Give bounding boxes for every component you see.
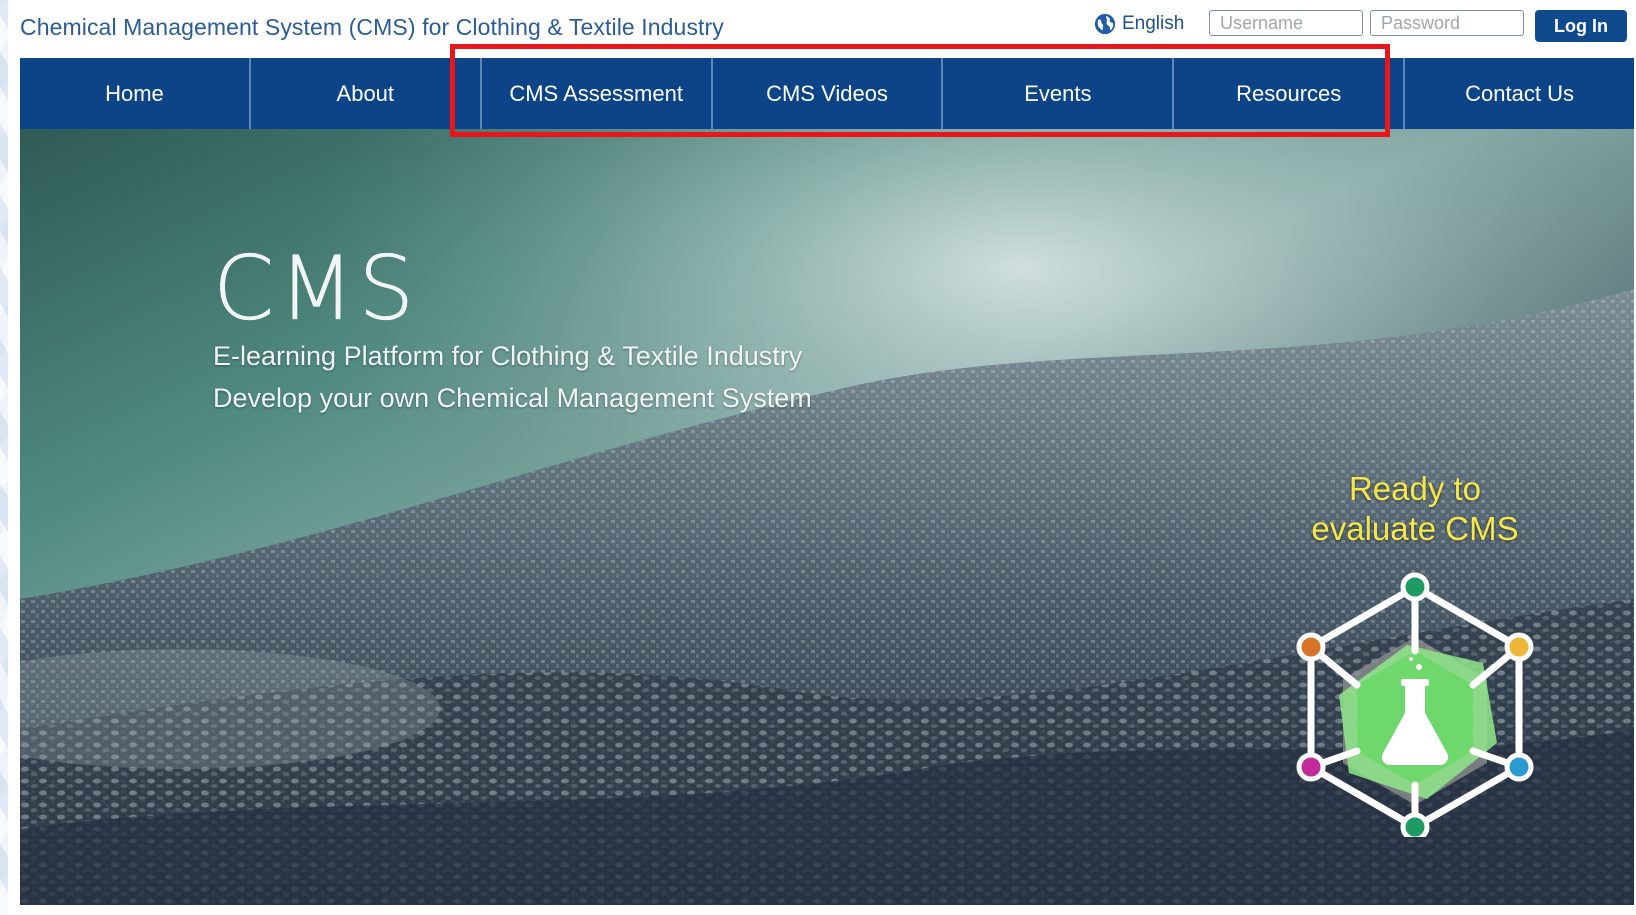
hero-title: CMS xyxy=(213,237,418,340)
nav-events[interactable]: Events xyxy=(943,58,1175,129)
evaluate-cms-button[interactable]: Ready to evaluate CMS xyxy=(1265,469,1565,839)
nav-home[interactable]: Home xyxy=(20,58,251,129)
nav-contact-us[interactable]: Contact Us xyxy=(1405,58,1634,129)
language-selector[interactable]: English xyxy=(1094,11,1184,37)
nav-resources[interactable]: Resources xyxy=(1174,58,1406,129)
flask-hexagon-icon xyxy=(1296,572,1534,837)
cta-line1: Ready to xyxy=(1348,470,1482,507)
hero-banner: CMS E-learning Platform for Clothing & T… xyxy=(20,129,1634,905)
username-input[interactable] xyxy=(1209,10,1363,36)
nav-cms-videos[interactable]: CMS Videos xyxy=(713,58,944,129)
cta-line2: evaluate CMS xyxy=(1311,510,1519,547)
nav-cms-assessment[interactable]: CMS Assessment xyxy=(482,58,713,129)
nav-about[interactable]: About xyxy=(251,58,482,129)
globe-icon xyxy=(1094,13,1116,35)
hero-subtitle-line2: Develop your own Chemical Management Sys… xyxy=(213,383,812,413)
hero-subtitle-line1: E-learning Platform for Clothing & Texti… xyxy=(213,341,803,371)
language-label: English xyxy=(1122,13,1185,34)
password-input[interactable] xyxy=(1370,10,1524,36)
login-button[interactable]: Log In xyxy=(1535,10,1627,42)
site-title: Chemical Management System (CMS) for Clo… xyxy=(20,14,724,40)
hero-title-text: CMS xyxy=(213,237,419,340)
main-nav: Home About CMS Assessment CMS Videos Eve… xyxy=(20,58,1634,129)
cta-text: Ready to evaluate CMS xyxy=(1265,469,1565,549)
